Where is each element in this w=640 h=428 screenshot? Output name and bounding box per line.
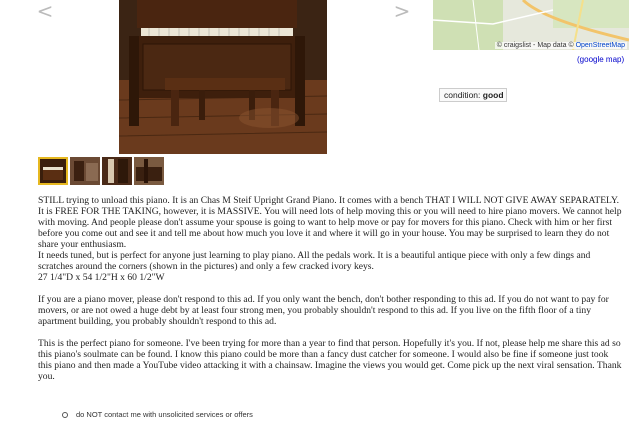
thumbnail-image — [70, 157, 100, 185]
main-listing-photo[interactable] — [119, 0, 327, 154]
map-attribution-text: © craigslist - Map data © — [496, 42, 576, 49]
thumbnail-2[interactable] — [70, 157, 100, 185]
chevron-right-icon: > — [393, 0, 411, 23]
prev-image-button[interactable]: < — [28, 0, 62, 34]
thumbnail-image — [40, 159, 66, 183]
posting-paragraph: STILL trying to unload this piano. It is… — [38, 195, 620, 206]
condition-attribute: condition: good — [439, 88, 507, 102]
thumbnail-1[interactable] — [38, 157, 68, 185]
thumbnail-strip — [38, 157, 166, 185]
posting-notices: do NOT contact me with unsolicited servi… — [62, 410, 253, 419]
piano-photo — [119, 0, 327, 154]
posting-paragraph: It needs tuned, but is perfect for anyon… — [38, 250, 591, 272]
map-attribution: © craigslist - Map data © OpenStreetMap — [494, 42, 627, 49]
condition-label: condition: — [444, 90, 483, 100]
thumbnail-image — [134, 157, 164, 185]
notice-item: do NOT contact me with unsolicited servi… — [76, 410, 253, 419]
posting-paragraph: If you are a piano mover, please don't r… — [38, 294, 609, 327]
thumbnail-3[interactable] — [102, 157, 132, 185]
bullet-icon — [62, 412, 68, 419]
chevron-left-icon: < — [36, 0, 54, 23]
thumbnail-image — [102, 157, 132, 185]
posting-paragraph: It is FREE FOR THE TAKING, however, it i… — [38, 206, 622, 250]
posting-dimensions: 27 1/4"D x 54 1/2"H x 60 1/2"W — [38, 272, 165, 283]
posting-paragraph: This is the perfect piano for someone. I… — [38, 338, 622, 382]
next-image-button[interactable]: > — [385, 0, 419, 34]
posting-body: STILL trying to unload this piano. It is… — [38, 195, 622, 382]
openstreetmap-link[interactable]: OpenStreetMap — [576, 42, 625, 49]
location-map[interactable]: © craigslist - Map data © OpenStreetMap — [433, 0, 629, 50]
google-map-link[interactable]: (google map) — [577, 55, 624, 64]
condition-value: good — [482, 90, 504, 100]
thumbnail-4[interactable] — [134, 157, 164, 185]
